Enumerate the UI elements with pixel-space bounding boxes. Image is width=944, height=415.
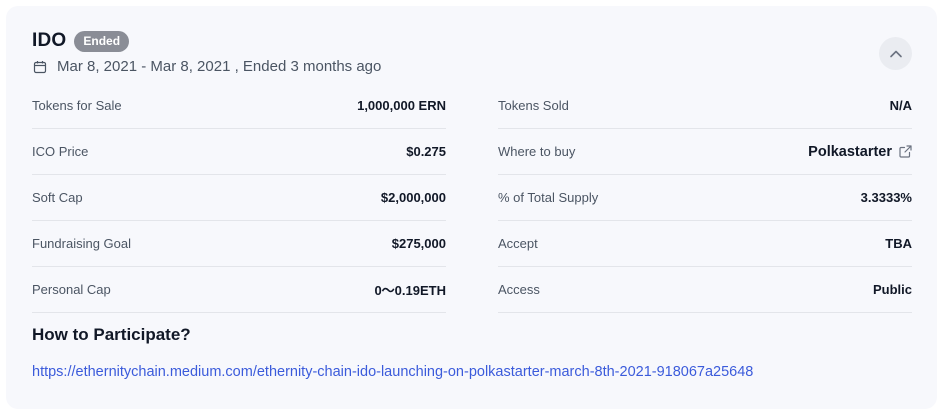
date-range: Mar 8, 2021 - Mar 8, 2021 , Ended 3 mont… <box>33 58 381 75</box>
detail-value: 1,000,000 ERN <box>357 98 446 113</box>
detail-value: $2,000,000 <box>380 190 446 205</box>
status-badge: Ended <box>74 30 130 52</box>
chevron-up-icon <box>889 50 902 57</box>
detail-value: Public <box>872 282 912 297</box>
external-link-icon <box>899 145 912 158</box>
collapse-button[interactable] <box>879 37 912 70</box>
detail-row-total-supply: % of Total Supply 3.3333% <box>498 175 912 221</box>
detail-label: Fundraising Goal <box>32 236 131 251</box>
ido-header: IDO Ended <box>32 30 130 52</box>
details-right-column: Tokens Sold N/A Where to buy Polkastarte… <box>498 83 912 313</box>
ido-title: IDO <box>32 30 67 51</box>
detail-label: Where to buy <box>498 144 576 159</box>
detail-label: % of Total Supply <box>498 190 599 205</box>
detail-label: Tokens for Sale <box>32 98 122 113</box>
detail-row-soft-cap: Soft Cap $2,000,000 <box>32 175 446 221</box>
detail-label: Accept <box>498 236 538 251</box>
detail-label: Personal Cap <box>32 282 111 297</box>
ido-card: IDO Ended Mar 8, 2021 - Mar 8, 2021 , En… <box>6 6 937 409</box>
detail-row-where-to-buy: Where to buy Polkastarter <box>498 129 912 175</box>
detail-label: Tokens Sold <box>498 98 569 113</box>
detail-label: Access <box>498 282 540 297</box>
detail-value: $275,000 <box>391 236 446 251</box>
detail-row-accept: Accept TBA <box>498 221 912 267</box>
detail-label: ICO Price <box>32 144 89 159</box>
date-text: Mar 8, 2021 - Mar 8, 2021 , Ended 3 mont… <box>57 58 382 75</box>
detail-label: Soft Cap <box>32 190 83 205</box>
detail-row-ico-price: ICO Price $0.275 <box>32 129 446 175</box>
detail-value: 3.3333% <box>860 190 912 205</box>
detail-row-access: Access Public <box>498 267 912 313</box>
where-to-buy-label: Polkastarter <box>808 143 892 160</box>
participate-link[interactable]: https://ethernitychain.medium.com/ethern… <box>32 364 753 380</box>
detail-row-personal-cap: Personal Cap 0～0.19ETH <box>32 267 446 313</box>
where-to-buy-link[interactable]: Polkastarter <box>808 144 912 160</box>
detail-value: 0～0.19ETH <box>374 283 446 298</box>
detail-value: N/A <box>889 98 912 113</box>
details-left-column: Tokens for Sale 1,000,000 ERN ICO Price … <box>32 83 446 313</box>
detail-value: $0.275 <box>406 144 446 159</box>
detail-row-fundraising-goal: Fundraising Goal $275,000 <box>32 221 446 267</box>
detail-value: TBA <box>885 236 912 251</box>
detail-row-tokens-sold: Tokens Sold N/A <box>498 83 912 129</box>
detail-row-tokens-for-sale: Tokens for Sale 1,000,000 ERN <box>32 83 446 129</box>
how-to-participate-heading: How to Participate? <box>32 325 191 344</box>
calendar-icon <box>33 60 47 74</box>
